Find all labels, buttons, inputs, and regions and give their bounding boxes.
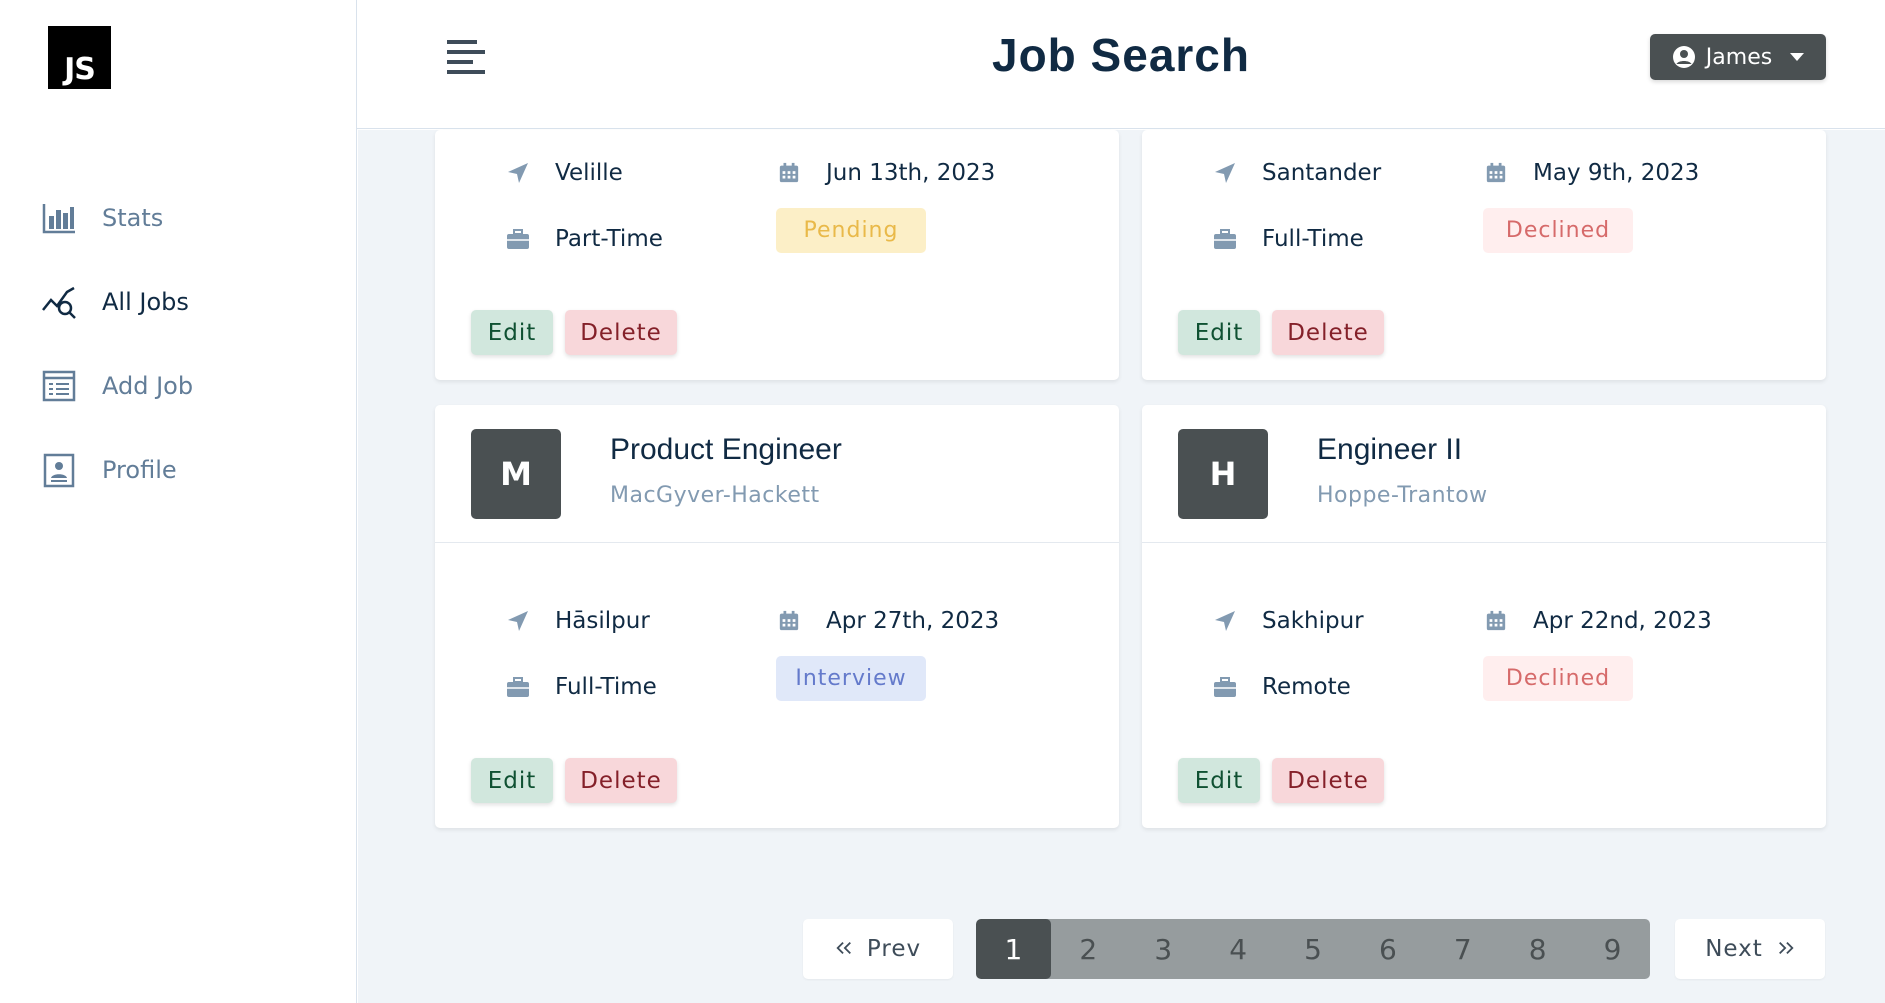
user-circle-icon <box>1672 45 1696 69</box>
location-arrow-icon <box>505 160 531 186</box>
calendar-icon <box>776 160 802 186</box>
sidebar-item-all-jobs[interactable]: All Jobs <box>40 280 193 324</box>
jobs-container: Velille Jun 13th, 2023 Part-Time Pending… <box>358 130 1885 1003</box>
location-arrow-icon <box>1212 160 1238 186</box>
profile-card-icon <box>40 451 78 489</box>
page-button-4[interactable]: 4 <box>1201 919 1276 979</box>
company-avatar: H <box>1178 429 1268 519</box>
page-button-5[interactable]: 5 <box>1276 919 1351 979</box>
job-company: MacGyver-Hackett <box>610 483 820 508</box>
delete-button[interactable]: Delete <box>1272 758 1384 803</box>
job-card: M Product Engineer MacGyver-Hackett Hāsi… <box>435 405 1119 828</box>
sidebar-item-label: Stats <box>102 204 164 232</box>
page-button-1[interactable]: 1 <box>976 919 1051 979</box>
sidebar-item-profile[interactable]: Profile <box>40 448 193 492</box>
form-icon <box>40 367 78 405</box>
double-chevron-right-icon <box>1777 936 1795 962</box>
logo[interactable]: JS <box>48 26 111 89</box>
status-badge: Pending <box>776 208 926 253</box>
sidebar-item-label: Add Job <box>102 372 194 400</box>
edit-button[interactable]: Edit <box>471 758 553 803</box>
edit-button[interactable]: Edit <box>1178 758 1260 803</box>
job-card: Santander May 9th, 2023 Full-Time Declin… <box>1142 130 1826 380</box>
double-chevron-left-icon <box>835 936 853 962</box>
briefcase-icon <box>1212 674 1238 700</box>
status-badge: Declined <box>1483 656 1633 701</box>
calendar-icon <box>1483 160 1509 186</box>
edit-button[interactable]: Edit <box>1178 310 1260 355</box>
job-card: Velille Jun 13th, 2023 Part-Time Pending… <box>435 130 1119 380</box>
job-date: Apr 27th, 2023 <box>776 608 999 634</box>
user-menu-button[interactable]: James <box>1650 34 1826 80</box>
job-location: Sakhipur <box>1212 608 1364 634</box>
prev-page-button[interactable]: Prev <box>803 919 953 979</box>
job-type: Part-Time <box>505 226 663 252</box>
sidebar-item-label: Profile <box>102 456 177 484</box>
sidebar: JS Stats All Jobs Add Job Profile <box>0 0 357 1003</box>
delete-button[interactable]: Delete <box>565 310 677 355</box>
job-location: Velille <box>505 160 623 186</box>
job-date: Jun 13th, 2023 <box>776 160 995 186</box>
page-button-9[interactable]: 9 <box>1575 919 1650 979</box>
caret-down-icon <box>1790 52 1805 62</box>
job-type: Remote <box>1212 674 1351 700</box>
page-button-8[interactable]: 8 <box>1500 919 1575 979</box>
sidebar-nav: Stats All Jobs Add Job Profile <box>40 196 193 532</box>
sidebar-item-label: All Jobs <box>102 288 189 316</box>
user-name: James <box>1705 44 1773 70</box>
briefcase-icon <box>505 226 531 252</box>
briefcase-icon <box>505 674 531 700</box>
page-button-7[interactable]: 7 <box>1425 919 1500 979</box>
delete-button[interactable]: Delete <box>565 758 677 803</box>
top-navbar: Job Search James <box>357 0 1885 129</box>
job-card: H Engineer II Hoppe-Trantow Sakhipur Apr… <box>1142 405 1826 828</box>
bar-chart-icon <box>40 199 78 237</box>
company-avatar: M <box>471 429 561 519</box>
page-buttons: 1 2 3 4 5 6 7 8 9 <box>976 919 1650 979</box>
next-page-button[interactable]: Next <box>1675 919 1825 979</box>
job-type: Full-Time <box>1212 226 1364 252</box>
page-button-2[interactable]: 2 <box>1051 919 1126 979</box>
sidebar-item-stats[interactable]: Stats <box>40 196 193 240</box>
status-badge: Declined <box>1483 208 1633 253</box>
job-location: Santander <box>1212 160 1381 186</box>
job-date: Apr 22nd, 2023 <box>1483 608 1712 634</box>
delete-button[interactable]: Delete <box>1272 310 1384 355</box>
location-arrow-icon <box>1212 608 1238 634</box>
status-badge: Interview <box>776 656 926 701</box>
job-date: May 9th, 2023 <box>1483 160 1699 186</box>
search-trend-icon <box>40 283 78 321</box>
job-position: Product Engineer <box>610 433 842 466</box>
job-position: Engineer II <box>1317 433 1463 466</box>
job-card-header: H Engineer II Hoppe-Trantow <box>1142 405 1826 543</box>
job-card-header: M Product Engineer MacGyver-Hackett <box>435 405 1119 543</box>
job-company: Hoppe-Trantow <box>1317 483 1488 508</box>
sidebar-item-add-job[interactable]: Add Job <box>40 364 193 408</box>
location-arrow-icon <box>505 608 531 634</box>
job-location: Hāsilpur <box>505 608 650 634</box>
page-button-3[interactable]: 3 <box>1126 919 1201 979</box>
page-button-6[interactable]: 6 <box>1350 919 1425 979</box>
briefcase-icon <box>1212 226 1238 252</box>
calendar-icon <box>1483 608 1509 634</box>
calendar-icon <box>776 608 802 634</box>
job-type: Full-Time <box>505 674 657 700</box>
edit-button[interactable]: Edit <box>471 310 553 355</box>
